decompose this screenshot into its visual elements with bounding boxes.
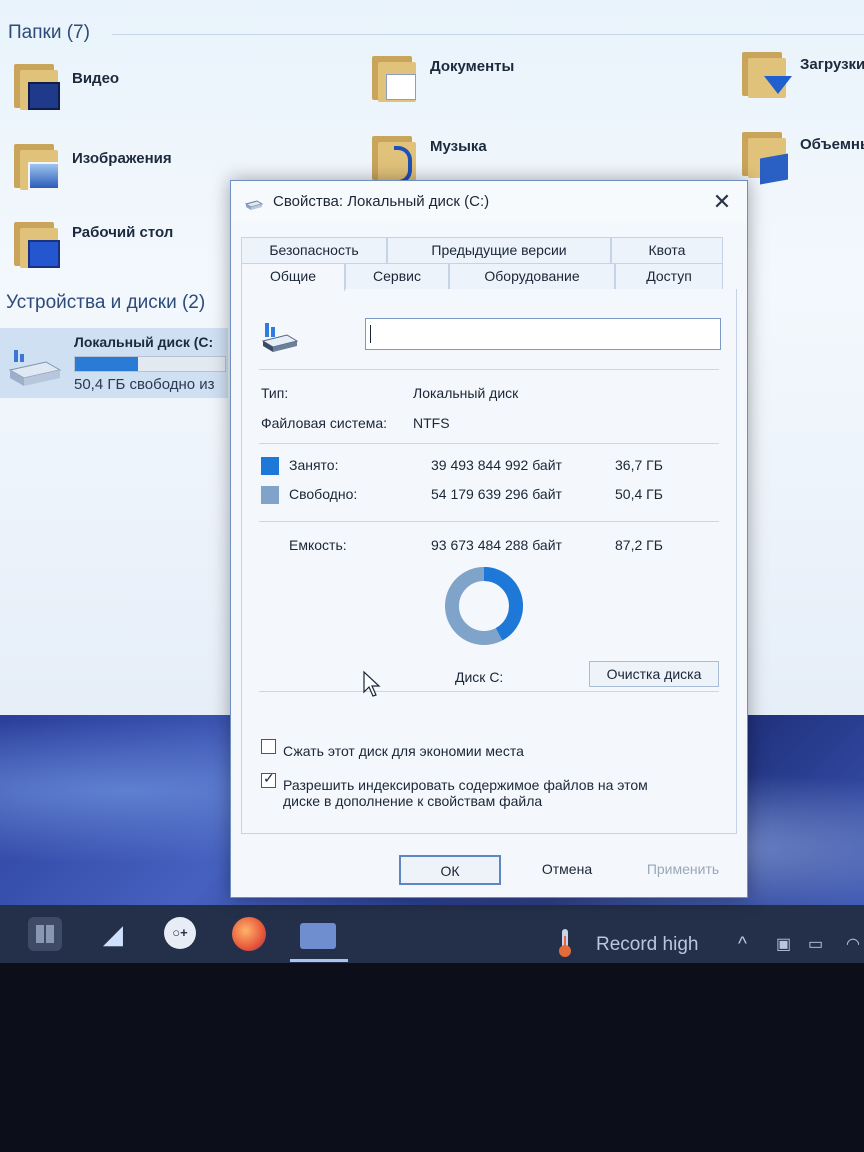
tab-quota[interactable]: Квота: [611, 237, 723, 263]
folder-label: Загрузки: [800, 56, 864, 73]
free-bytes: 54 179 639 296 байт: [431, 486, 562, 502]
tray-device-icon[interactable]: ▣: [776, 934, 791, 954]
folder-item-desktop[interactable]: Рабочий стол: [14, 218, 173, 270]
drive-usage-bar: [74, 356, 226, 372]
capacity-gb: 87,2 ГБ: [615, 537, 663, 553]
capacity-bytes: 93 673 484 288 байт: [431, 537, 562, 553]
disk-label: Диск С:: [455, 669, 504, 685]
dialog-titlebar[interactable]: Свойства: Локальный диск (C:) ✕: [231, 181, 747, 223]
apply-button[interactable]: Применить: [633, 855, 733, 885]
drive-name: Локальный диск (C:: [74, 334, 214, 350]
tab-row-bottom: Общие Сервис Оборудование Доступ: [241, 263, 737, 291]
folder-item-video[interactable]: Видео: [14, 60, 119, 112]
active-app-indicator: [290, 959, 348, 962]
compress-label: Сжать этот диск для экономии места: [283, 743, 524, 759]
tab-tools[interactable]: Сервис: [345, 263, 449, 289]
folder-item-pictures[interactable]: Изображения: [14, 140, 172, 192]
group-divider: [112, 34, 864, 35]
laptop-bezel: [0, 963, 864, 1152]
tab-previous-versions[interactable]: Предыдущие версии: [387, 237, 611, 263]
tab-security[interactable]: Безопасность: [241, 237, 387, 263]
folder-label: Видео: [72, 70, 120, 87]
file-explorer-taskbar-icon[interactable]: [300, 923, 336, 949]
divider: [259, 369, 719, 370]
free-gb: 50,4 ГБ: [615, 486, 663, 502]
used-space-swatch: [261, 457, 279, 475]
folder-label: Рабочий стол: [72, 224, 174, 241]
index-label-line1: Разрешить индексировать содержимое файло…: [283, 777, 648, 793]
3d-objects-folder-icon: [742, 128, 790, 185]
weather-widget-text[interactable]: Record high: [596, 934, 698, 956]
folder-label: Изображения: [72, 150, 172, 167]
drive-free-text: 50,4 ГБ свободно из: [74, 376, 215, 393]
folders-group-header[interactable]: Папки (7): [8, 22, 90, 44]
folder-label: Объемные: [800, 136, 864, 153]
capacity-label: Емкость:: [289, 537, 347, 553]
ok-button[interactable]: ОК: [399, 855, 501, 885]
drive-title-icon: [245, 200, 263, 210]
pictures-folder-icon: [14, 140, 62, 192]
used-bytes: 39 493 844 992 байт: [431, 457, 562, 473]
music-folder-icon: [372, 132, 420, 184]
wifi-icon[interactable]: ◠: [846, 934, 860, 954]
disk-usage-ring: [445, 567, 523, 645]
thermometer-icon[interactable]: [556, 928, 574, 958]
used-gb: 36,7 ГБ: [615, 457, 663, 473]
volume-name-input[interactable]: [365, 318, 721, 350]
folder-item-3d-objects[interactable]: Объемные: [742, 128, 864, 185]
close-icon[interactable]: ✕: [705, 185, 739, 219]
taskbar: ◢ ○+: [0, 905, 864, 963]
drive-item-c[interactable]: Локальный диск (C: 50,4 ГБ свободно из: [0, 328, 228, 398]
tab-hardware[interactable]: Оборудование: [449, 263, 615, 289]
tray-chevron-icon[interactable]: ^: [738, 934, 747, 956]
disk-cleanup-button[interactable]: Очистка диска: [589, 661, 719, 687]
folder-item-music[interactable]: Музыка: [372, 132, 487, 184]
start-icon[interactable]: [28, 917, 62, 951]
folder-label: Музыка: [430, 138, 487, 155]
local-disk-icon: [261, 323, 299, 352]
filesystem-label: Файловая система:: [261, 415, 388, 431]
folder-item-downloads[interactable]: Загрузки: [742, 48, 864, 100]
tab-row-top: Безопасность Предыдущие версии Квота: [241, 237, 737, 263]
filesystem-value: NTFS: [413, 415, 450, 431]
index-label-line2: диске в дополнение к свойствам файла: [283, 793, 543, 809]
folder-label: Документы: [430, 58, 515, 75]
firefox-icon[interactable]: [232, 917, 266, 951]
downloads-folder-icon: [742, 48, 792, 100]
app-circle-icon[interactable]: ○+: [164, 917, 196, 949]
free-space-swatch: [261, 486, 279, 504]
type-label: Тип:: [261, 385, 289, 401]
divider: [259, 443, 719, 444]
compress-checkbox[interactable]: [261, 739, 276, 754]
bing-icon[interactable]: ◢: [96, 917, 130, 951]
tab-sharing[interactable]: Доступ: [615, 263, 723, 289]
mouse-cursor-icon: [363, 670, 381, 697]
devices-group-header[interactable]: Устройства и диски (2): [6, 292, 205, 314]
dialog-title: Свойства: Локальный диск (C:): [273, 193, 490, 210]
disk-properties-dialog: Свойства: Локальный диск (C:) ✕ Безопасн…: [230, 180, 748, 898]
documents-folder-icon: [372, 52, 420, 104]
battery-icon[interactable]: ▭: [808, 934, 823, 954]
divider: [259, 691, 719, 692]
type-value: Локальный диск: [413, 385, 519, 401]
divider: [259, 521, 719, 522]
desktop-folder-icon: [14, 218, 62, 270]
cancel-button[interactable]: Отмена: [517, 855, 617, 885]
folder-item-documents[interactable]: Документы: [372, 52, 514, 104]
index-checkbox[interactable]: [261, 770, 276, 788]
used-label: Занято:: [289, 457, 339, 473]
hard-drive-icon: [8, 350, 62, 386]
tab-general[interactable]: Общие: [241, 263, 345, 291]
video-folder-icon: [14, 60, 62, 112]
free-label: Свободно:: [289, 486, 358, 502]
